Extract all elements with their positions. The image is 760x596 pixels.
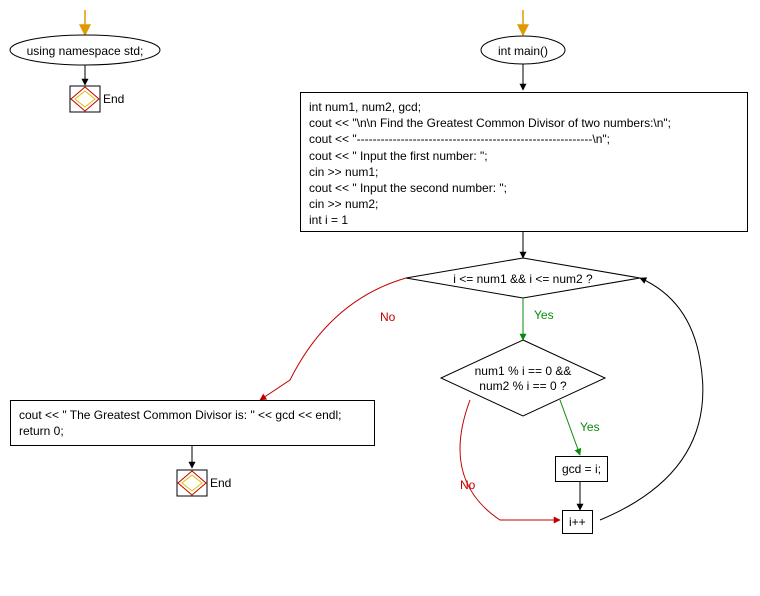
output-l1: cout << " The Greatest Common Divisor is… bbox=[19, 407, 366, 423]
inner-yes-label: Yes bbox=[580, 420, 600, 434]
outer-yes-label: Yes bbox=[534, 308, 554, 322]
init-l3: cout << "-------------------------------… bbox=[309, 131, 739, 147]
namespace-node: using namespace std; bbox=[25, 44, 145, 59]
decision-inner-text: num1 % i == 0 && num2 % i == 0 ? bbox=[458, 364, 588, 394]
end-symbol-bottom bbox=[177, 470, 207, 496]
init-l5: cin >> num1; bbox=[309, 164, 739, 180]
init-l4: cout << " Input the first number: "; bbox=[309, 148, 739, 164]
init-l8: int i = 1 bbox=[309, 212, 739, 228]
end-symbol-left bbox=[70, 86, 100, 112]
output-block: cout << " The Greatest Common Divisor is… bbox=[10, 400, 375, 446]
end-label-bottom: End bbox=[210, 476, 231, 490]
increment-box: i++ bbox=[562, 510, 593, 534]
init-block: int num1, num2, gcd; cout << "\n\n Find … bbox=[300, 92, 748, 232]
output-l2: return 0; bbox=[19, 423, 366, 439]
assign-gcd-box: gcd = i; bbox=[555, 456, 608, 482]
decision-outer-text: i <= num1 && i <= num2 ? bbox=[440, 272, 606, 287]
outer-no-label: No bbox=[380, 310, 395, 324]
init-l2: cout << "\n\n Find the Greatest Common D… bbox=[309, 115, 739, 131]
main-node: int main() bbox=[493, 44, 553, 59]
init-l6: cout << " Input the second number: "; bbox=[309, 180, 739, 196]
inner-no-label: No bbox=[460, 478, 475, 492]
init-l1: int num1, num2, gcd; bbox=[309, 99, 739, 115]
end-label-left: End bbox=[103, 92, 124, 106]
init-l7: cin >> num2; bbox=[309, 196, 739, 212]
